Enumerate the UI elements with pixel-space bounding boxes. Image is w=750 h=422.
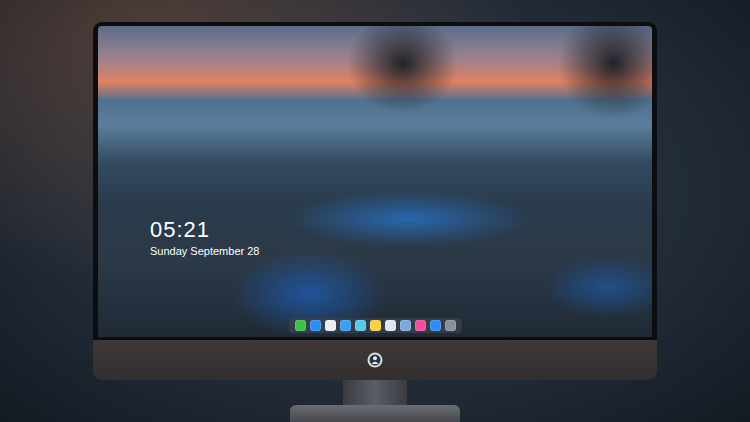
- app-icon[interactable]: [415, 320, 426, 331]
- monitor-chin: [93, 340, 657, 380]
- app-icon[interactable]: [355, 320, 366, 331]
- app-icon[interactable]: [430, 320, 441, 331]
- app-icon[interactable]: [370, 320, 381, 331]
- monitor-stand-base: [290, 405, 460, 422]
- monitor-stand-neck: [343, 380, 407, 405]
- lock-screen: 05:21 Sunday September 28: [98, 26, 652, 337]
- lock-info: 05:21 Sunday September 28: [150, 218, 652, 258]
- desktop-mockup: 05:21 Sunday September 28: [0, 0, 750, 422]
- clock-time: 05:21: [150, 218, 652, 242]
- app-icon[interactable]: [295, 320, 306, 331]
- dock: [289, 318, 462, 333]
- logo-icon: [367, 352, 383, 368]
- app-icon[interactable]: [400, 320, 411, 331]
- clock-date: Sunday September 28: [150, 245, 652, 258]
- app-icon[interactable]: [325, 320, 336, 331]
- app-icon[interactable]: [385, 320, 396, 331]
- app-icon[interactable]: [445, 320, 456, 331]
- monitor-bezel: 05:21 Sunday September 28: [93, 22, 657, 340]
- app-icon[interactable]: [340, 320, 351, 331]
- app-icon[interactable]: [310, 320, 321, 331]
